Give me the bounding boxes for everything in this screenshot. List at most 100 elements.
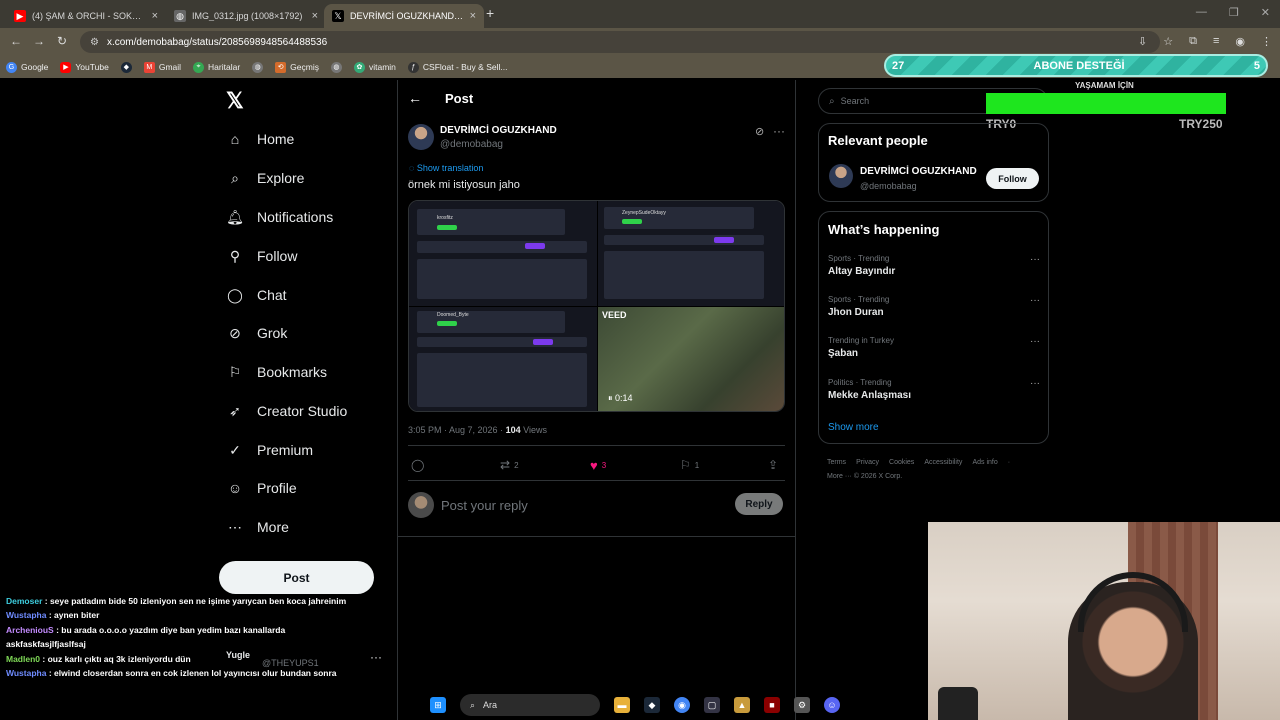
more-icon[interactable]: ··· bbox=[370, 650, 382, 664]
reply-input[interactable]: Post your reply bbox=[441, 498, 528, 513]
bookmark-steam[interactable]: ◆ bbox=[120, 61, 132, 73]
sidebar-item-creator-studio[interactable]: ➶ Creator Studio bbox=[226, 402, 347, 420]
sidebar-item-more[interactable]: ⋯ More bbox=[226, 518, 289, 536]
reply-action[interactable]: ◯ bbox=[411, 458, 428, 472]
trend-item[interactable]: Sports · Trending Jhon Duran ··· bbox=[828, 295, 1040, 318]
more-icon[interactable]: ··· bbox=[1030, 254, 1040, 265]
maximize-icon[interactable]: ❐ bbox=[1229, 6, 1239, 19]
like-action[interactable]: ♥ 3 bbox=[590, 458, 606, 473]
forward-icon[interactable]: → bbox=[33, 34, 45, 48]
x-logo-icon[interactable]: 𝕏 bbox=[226, 88, 244, 114]
relevant-avatar[interactable] bbox=[829, 164, 853, 188]
bookmark-star-icon[interactable]: ☆ bbox=[1163, 35, 1173, 48]
bookmark-google[interactable]: G Google bbox=[6, 61, 48, 73]
trend-item[interactable]: Trending in Turkey Şaban ··· bbox=[828, 336, 1040, 359]
settings-icon[interactable]: ⚙ bbox=[794, 697, 810, 713]
follow-button[interactable]: Follow bbox=[986, 168, 1039, 189]
media-image-2[interactable]: ZeynepSudeOktayy bbox=[598, 201, 784, 306]
back-icon[interactable]: ← bbox=[10, 34, 22, 48]
show-more-link[interactable]: Show more bbox=[828, 422, 879, 433]
more-icon[interactable]: ··· bbox=[1030, 336, 1040, 347]
game-icon[interactable]: ■ bbox=[764, 697, 780, 713]
close-icon[interactable]: × bbox=[312, 10, 318, 22]
extensions-icon[interactable]: ⧉ bbox=[1189, 35, 1197, 48]
author-name[interactable]: DEVRİMCİ OGUZKHAND bbox=[440, 125, 557, 136]
veed-badge: VEED bbox=[602, 310, 627, 320]
bookmark-action[interactable]: ⚐ 1 bbox=[680, 458, 699, 472]
more-icon[interactable]: ··· bbox=[1030, 295, 1040, 306]
bookmark-youtube[interactable]: ▶ YouTube bbox=[60, 61, 109, 73]
steam-icon[interactable]: ◆ bbox=[644, 697, 660, 713]
sidebar-item-premium[interactable]: ✓ Premium bbox=[226, 441, 313, 459]
relevant-handle[interactable]: @demobabag bbox=[860, 181, 917, 191]
repost-action[interactable]: ⇄ 2 bbox=[500, 458, 519, 472]
footer-link[interactable]: Terms bbox=[827, 459, 846, 466]
sidebar-item-explore[interactable]: ⌕ Explore bbox=[226, 169, 304, 187]
post-media-grid[interactable]: krosfitz ZeynepSudeOktayy Doomed_Byte VE… bbox=[408, 200, 785, 412]
taskbar-search[interactable]: ⌕ Ara bbox=[460, 694, 600, 716]
close-icon[interactable]: × bbox=[470, 10, 476, 22]
back-arrow-icon[interactable]: ← bbox=[408, 90, 422, 106]
bookmark-globe[interactable]: ◍ bbox=[252, 61, 264, 73]
post-timestamp[interactable]: 3:05 PM · Aug 7, 2026 · bbox=[408, 425, 503, 435]
browser-tab-3[interactable]: 𝕏 DEVRİMCİ OGUZKHAND on X: × bbox=[324, 4, 484, 28]
profile-icon[interactable]: ◉ bbox=[1235, 35, 1245, 48]
close-window-icon[interactable]: ✕ bbox=[1261, 6, 1270, 19]
reload-icon[interactable]: ↻ bbox=[57, 34, 67, 48]
browser-tab-1[interactable]: ▶ (4) ŞAM & ORCHI - SOKAĞIN F × bbox=[6, 4, 166, 28]
media-image-1[interactable]: krosfitz bbox=[409, 201, 597, 306]
reading-list-icon[interactable]: ≡ bbox=[1213, 35, 1219, 48]
trend-item[interactable]: Politics · Trending Mekke Anlaşması ··· bbox=[828, 378, 1040, 401]
footer-link[interactable]: Accessibility bbox=[924, 459, 962, 466]
browser-tab-2[interactable]: ◍ IMG_0312.jpg (1008×1792) × bbox=[166, 4, 326, 28]
pause-icon[interactable]: ⏸ bbox=[608, 393, 615, 403]
bookmark-vitamin[interactable]: ✿ vitamin bbox=[353, 61, 396, 73]
footer-link[interactable]: Privacy bbox=[856, 459, 879, 466]
bookmark-csfloat[interactable]: ƒ CSFloat - Buy & Sell... bbox=[407, 61, 507, 73]
address-bar[interactable]: ⚙ x.com/demobabag/status/208569894856448… bbox=[80, 31, 1160, 53]
site-info-icon[interactable]: ⚙ bbox=[90, 37, 99, 48]
youtube-icon: ▶ bbox=[60, 61, 72, 73]
reply-icon: ◯ bbox=[411, 458, 425, 472]
footer-link[interactable]: Ads info bbox=[972, 459, 997, 466]
league-icon[interactable]: ▲ bbox=[734, 697, 750, 713]
app-icon[interactable]: ▢ bbox=[704, 697, 720, 713]
close-icon[interactable]: × bbox=[152, 10, 158, 22]
discord-icon[interactable]: ☺ bbox=[824, 697, 840, 713]
post-button[interactable]: Post bbox=[219, 561, 374, 594]
more-icon[interactable]: ··· bbox=[773, 124, 785, 138]
bookmark-history[interactable]: ⟲ Geçmiş bbox=[275, 61, 319, 73]
video-timer[interactable]: ⏸ 0:14 bbox=[608, 393, 633, 404]
sidebar-item-chat[interactable]: ◯ Chat bbox=[226, 286, 286, 304]
chrome-icon[interactable]: ◉ bbox=[674, 697, 690, 713]
media-image-3[interactable]: Doomed_Byte bbox=[409, 307, 597, 411]
author-handle[interactable]: @demobabag bbox=[440, 139, 503, 150]
windows-start-icon[interactable]: ⊞ bbox=[430, 697, 446, 713]
sidebar-item-follow[interactable]: ⚲ Follow bbox=[226, 247, 298, 265]
folder-icon[interactable]: ▬ bbox=[614, 697, 630, 713]
media-video[interactable]: VEED ⏸ 0:14 bbox=[598, 307, 784, 411]
bookmark-gmail[interactable]: M Gmail bbox=[143, 61, 181, 73]
chat-text: : seye patladım bide 50 izleniyon sen ne… bbox=[44, 596, 347, 606]
new-tab-icon[interactable]: + bbox=[486, 5, 494, 21]
more-icon[interactable]: ··· bbox=[1030, 378, 1040, 389]
reply-button[interactable]: Reply bbox=[735, 493, 783, 515]
sidebar-item-profile[interactable]: ☺ Profile bbox=[226, 479, 297, 497]
author-avatar[interactable] bbox=[408, 124, 434, 150]
relevant-name[interactable]: DEVRİMCİ OGUZKHAND bbox=[860, 166, 977, 177]
menu-icon[interactable]: ⋮ bbox=[1261, 35, 1272, 48]
share-action[interactable]: ⇪ bbox=[768, 458, 778, 472]
minimize-icon[interactable]: — bbox=[1196, 6, 1207, 19]
sidebar-item-bookmarks[interactable]: ⚐ Bookmarks bbox=[226, 363, 327, 381]
show-translation-link[interactable]: ◌ Show translation bbox=[409, 163, 483, 173]
grok-icon[interactable]: ⊘ bbox=[755, 125, 764, 138]
user-avatar[interactable] bbox=[408, 492, 434, 518]
sidebar-item-home[interactable]: ⌂ Home bbox=[226, 130, 295, 148]
sidebar-item-grok[interactable]: ⊘ Grok bbox=[226, 324, 287, 342]
footer-link[interactable]: Cookies bbox=[889, 459, 914, 466]
bookmark-maps[interactable]: ⌖ Haritalar bbox=[193, 61, 240, 73]
sidebar-item-notifications[interactable]: 🔔︎ Notifications bbox=[226, 208, 333, 226]
bookmark-globe-2[interactable]: ◍ bbox=[330, 61, 342, 73]
trend-item[interactable]: Sports · Trending Altay Bayındır ··· bbox=[828, 254, 1040, 277]
install-icon[interactable]: ⇩ bbox=[1138, 35, 1147, 48]
